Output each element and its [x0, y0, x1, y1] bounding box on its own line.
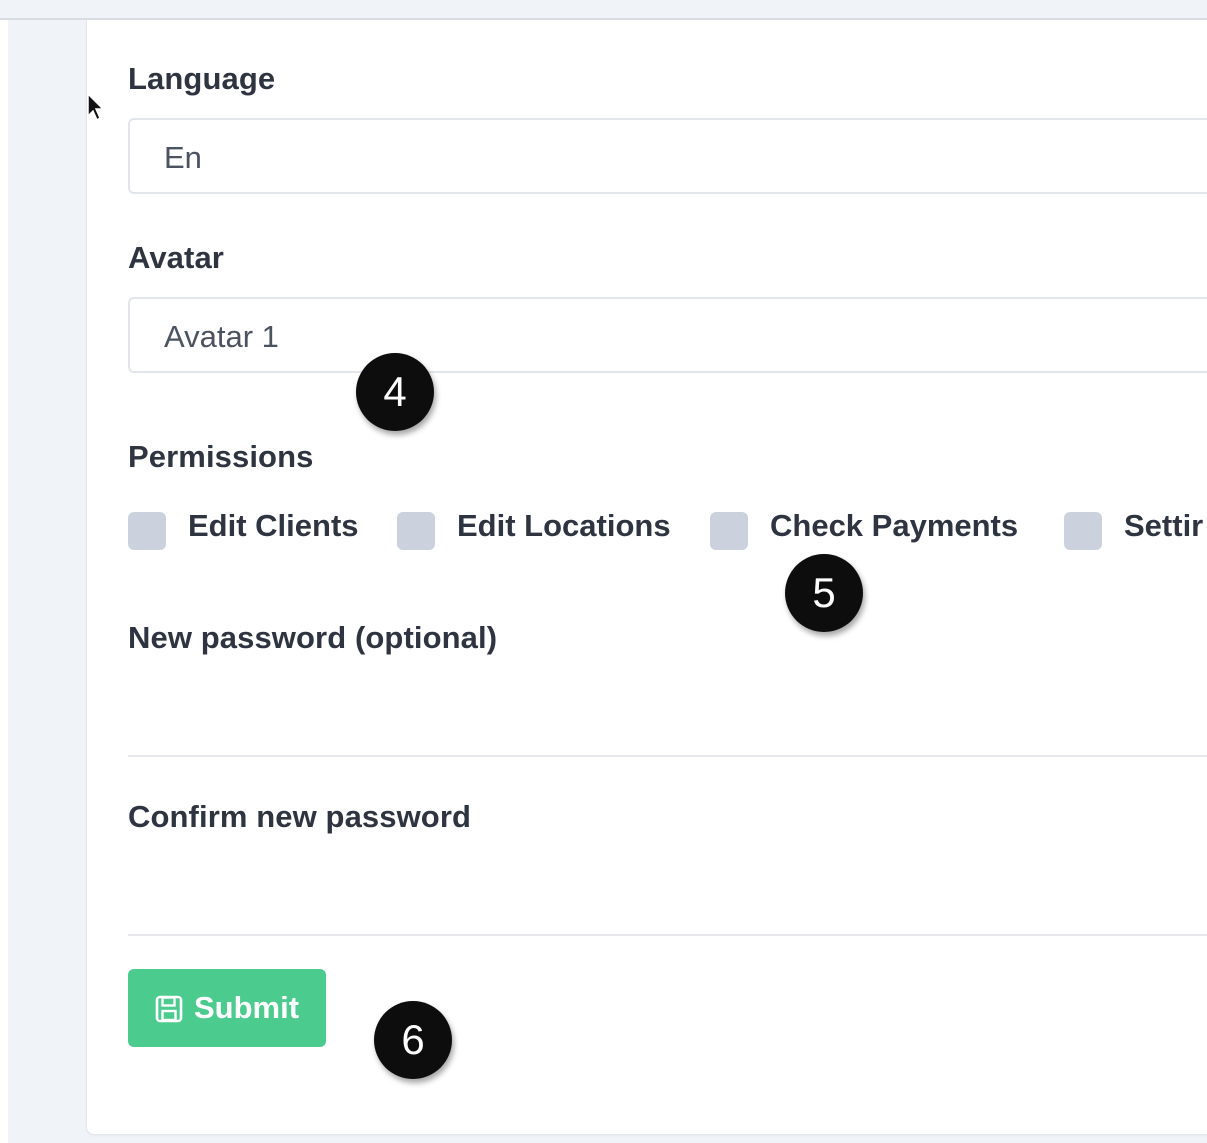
permissions-label: Permissions [128, 439, 314, 474]
annotation-badge-5: 5 [785, 554, 863, 632]
permission-label-settings: Settir [1124, 508, 1204, 543]
new-password-label: New password (optional) [128, 620, 498, 655]
new-password-input[interactable] [128, 683, 1207, 757]
permission-label-edit-locations: Edit Locations [457, 508, 671, 543]
mouse-cursor-icon [87, 92, 105, 122]
confirm-password-label: Confirm new password [128, 799, 472, 834]
submit-button[interactable]: Submit [128, 969, 326, 1047]
permission-label-edit-clients: Edit Clients [188, 508, 359, 543]
avatar-select[interactable]: Avatar 1 [128, 297, 1207, 373]
checkbox-check-payments[interactable] [710, 512, 748, 550]
avatar-select-value: Avatar 1 [164, 319, 279, 354]
checkbox-settings[interactable] [1064, 512, 1102, 550]
annotation-badge-4: 4 [356, 353, 434, 431]
checkbox-edit-locations[interactable] [397, 512, 435, 550]
save-icon [155, 995, 183, 1023]
submit-button-label: Submit [194, 990, 300, 1025]
page: Language En Avatar Avatar 1 Permissions … [0, 0, 1207, 1143]
language-select-value: En [164, 140, 202, 175]
avatar-label: Avatar [128, 240, 224, 275]
checkbox-edit-clients[interactable] [128, 512, 166, 550]
language-select[interactable]: En [128, 118, 1207, 194]
permission-label-check-payments: Check Payments [770, 508, 1019, 543]
confirm-password-input[interactable] [128, 862, 1207, 936]
annotation-badge-6: 6 [374, 1001, 452, 1079]
left-gutter [0, 20, 8, 1143]
language-label: Language [128, 61, 276, 96]
